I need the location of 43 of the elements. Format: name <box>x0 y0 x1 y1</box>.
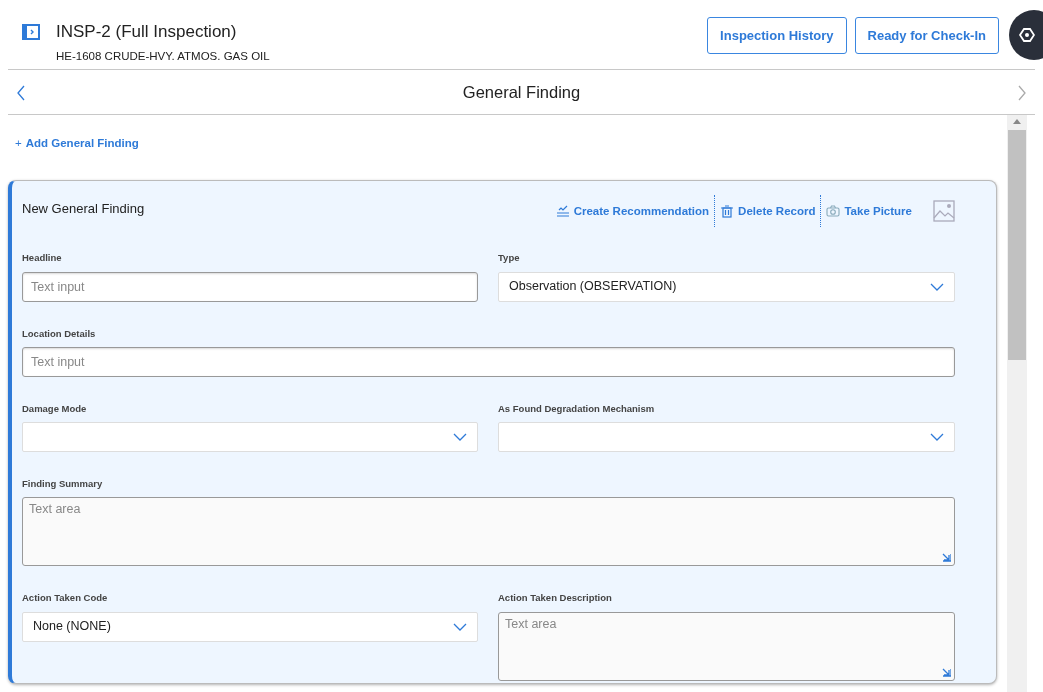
add-finding-link[interactable]: + Add General Finding <box>15 135 139 153</box>
chevron-down-icon <box>930 433 944 441</box>
field-label: Action Taken Description <box>498 591 613 606</box>
field-label: Headline <box>22 251 63 266</box>
field-label: Damage Mode <box>22 401 88 416</box>
scroll-up-arrow-icon <box>1013 119 1021 124</box>
camera-icon <box>826 204 841 218</box>
chevron-down-icon <box>930 282 944 291</box>
action-link[interactable]: Create Recommendation <box>550 202 715 220</box>
text-area-field[interactable]: Text area <box>22 497 955 567</box>
card-title: New General Finding <box>22 200 146 219</box>
dropdown-field[interactable] <box>498 422 955 452</box>
header-button[interactable]: Inspection History <box>707 17 847 54</box>
text-area-field[interactable]: Text area <box>498 611 955 681</box>
chevron-left-icon <box>16 84 26 101</box>
dropdown-field[interactable]: Observation (OBSERVATION) <box>498 271 955 302</box>
chart-lines-icon <box>555 204 570 218</box>
field-label: Finding Summary <box>22 477 104 491</box>
field-label: Type <box>498 251 521 266</box>
field-label: Action Taken Code <box>22 591 109 606</box>
dropdown-field[interactable] <box>22 422 478 452</box>
page-title: INSP-2 (Full Inspection) <box>56 22 238 42</box>
text-input-field[interactable]: Text input <box>22 271 478 302</box>
dropdown-field[interactable]: None (NONE) <box>22 611 478 642</box>
image-placeholder-icon <box>933 200 955 223</box>
trash-icon <box>720 204 735 218</box>
page-subtitle: HE-1608 CRUDE-HVY. ATMOS. GAS OIL <box>56 49 271 64</box>
chevron-down-icon <box>453 433 467 441</box>
plus-icon: + <box>15 135 22 153</box>
header-button[interactable]: Ready for Check-In <box>854 17 999 54</box>
chevron-down-icon <box>453 622 467 631</box>
resize-handle-icon <box>942 553 951 563</box>
field-label: As Found Degradation Mechanism <box>498 401 656 416</box>
resize-handle-icon <box>942 667 951 677</box>
section-title: General Finding <box>462 81 581 103</box>
chevron-right-icon <box>1017 84 1027 101</box>
text-input-field[interactable]: Text input <box>22 346 955 377</box>
field-label: Location Details <box>22 326 97 341</box>
action-link[interactable]: Delete Record <box>715 202 821 220</box>
hexagon-eye-icon <box>1019 28 1035 42</box>
panel-icon <box>22 24 40 40</box>
action-link[interactable]: Take Picture <box>821 202 917 220</box>
scrollbar-thumb[interactable] <box>1008 130 1026 360</box>
